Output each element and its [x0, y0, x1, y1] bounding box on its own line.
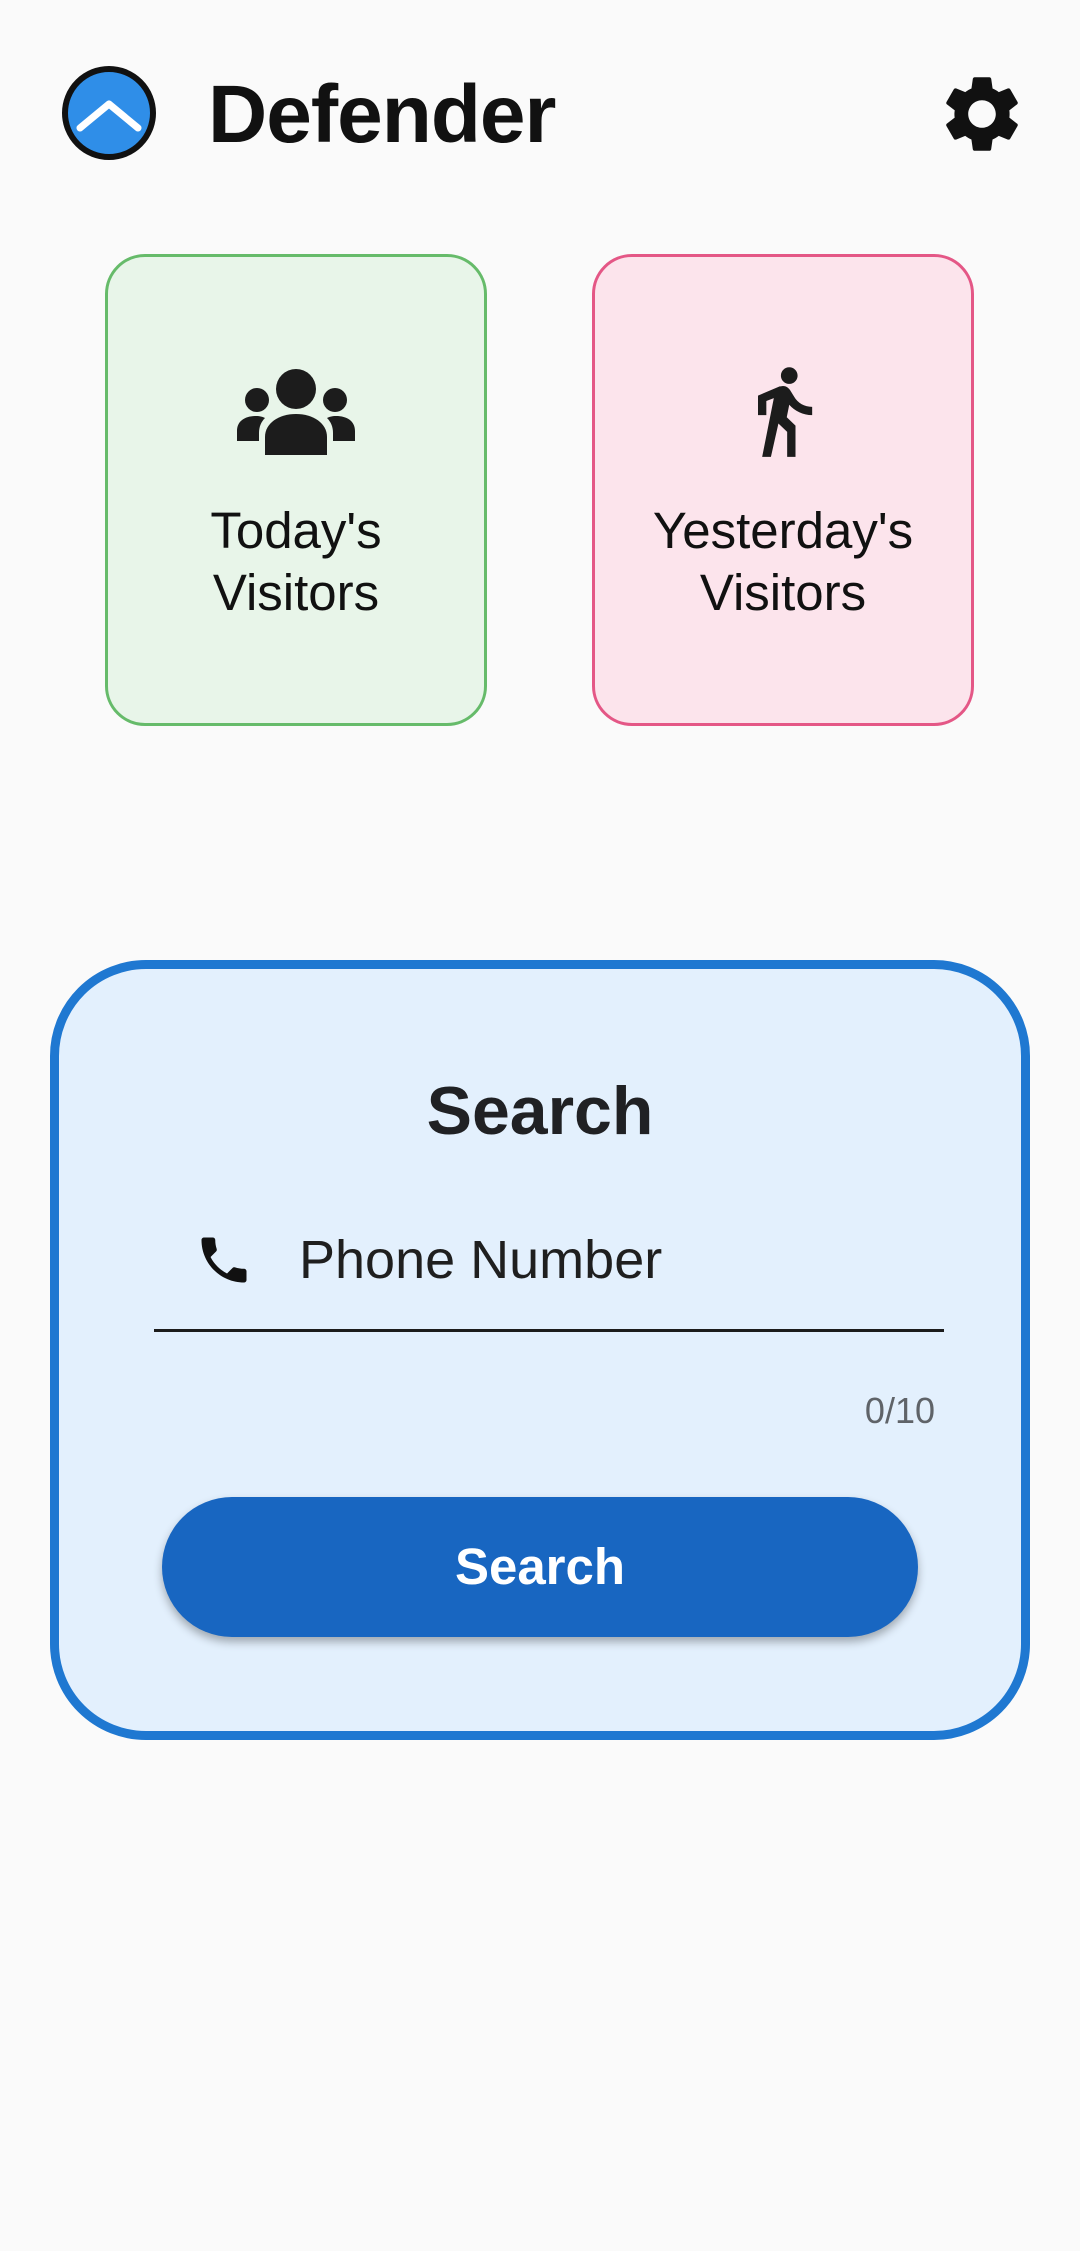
todays-visitors-tile[interactable]: Today's Visitors — [105, 254, 487, 726]
search-title: Search — [426, 1073, 654, 1149]
character-counter: 0/10 — [864, 1390, 935, 1431]
yesterdays-visitors-label-line2: Visitors — [699, 564, 867, 621]
walking-person-icon — [758, 367, 813, 457]
app-title: Defender — [208, 69, 556, 160]
todays-visitors-label-line2: Visitors — [212, 564, 380, 621]
group-icon — [237, 369, 355, 455]
app-logo-icon — [62, 66, 156, 160]
phone-number-field[interactable] — [154, 1205, 944, 1332]
gear-icon[interactable] — [936, 68, 1028, 160]
todays-visitors-label-line1: Today's — [210, 502, 382, 559]
todays-visitors-label: Today's Visitors — [108, 500, 484, 624]
phone-icon — [201, 1237, 247, 1283]
search-card: Search 0/10 Search — [50, 960, 1030, 1740]
phone-number-input[interactable] — [299, 1217, 919, 1303]
yesterdays-visitors-tile[interactable]: Yesterday's Visitors — [592, 254, 974, 726]
yesterdays-visitors-label-line1: Yesterday's — [652, 502, 914, 559]
search-button[interactable]: Search — [162, 1497, 918, 1637]
app-header: Defender — [0, 0, 1080, 230]
yesterdays-visitors-label: Yesterday's Visitors — [595, 500, 971, 624]
